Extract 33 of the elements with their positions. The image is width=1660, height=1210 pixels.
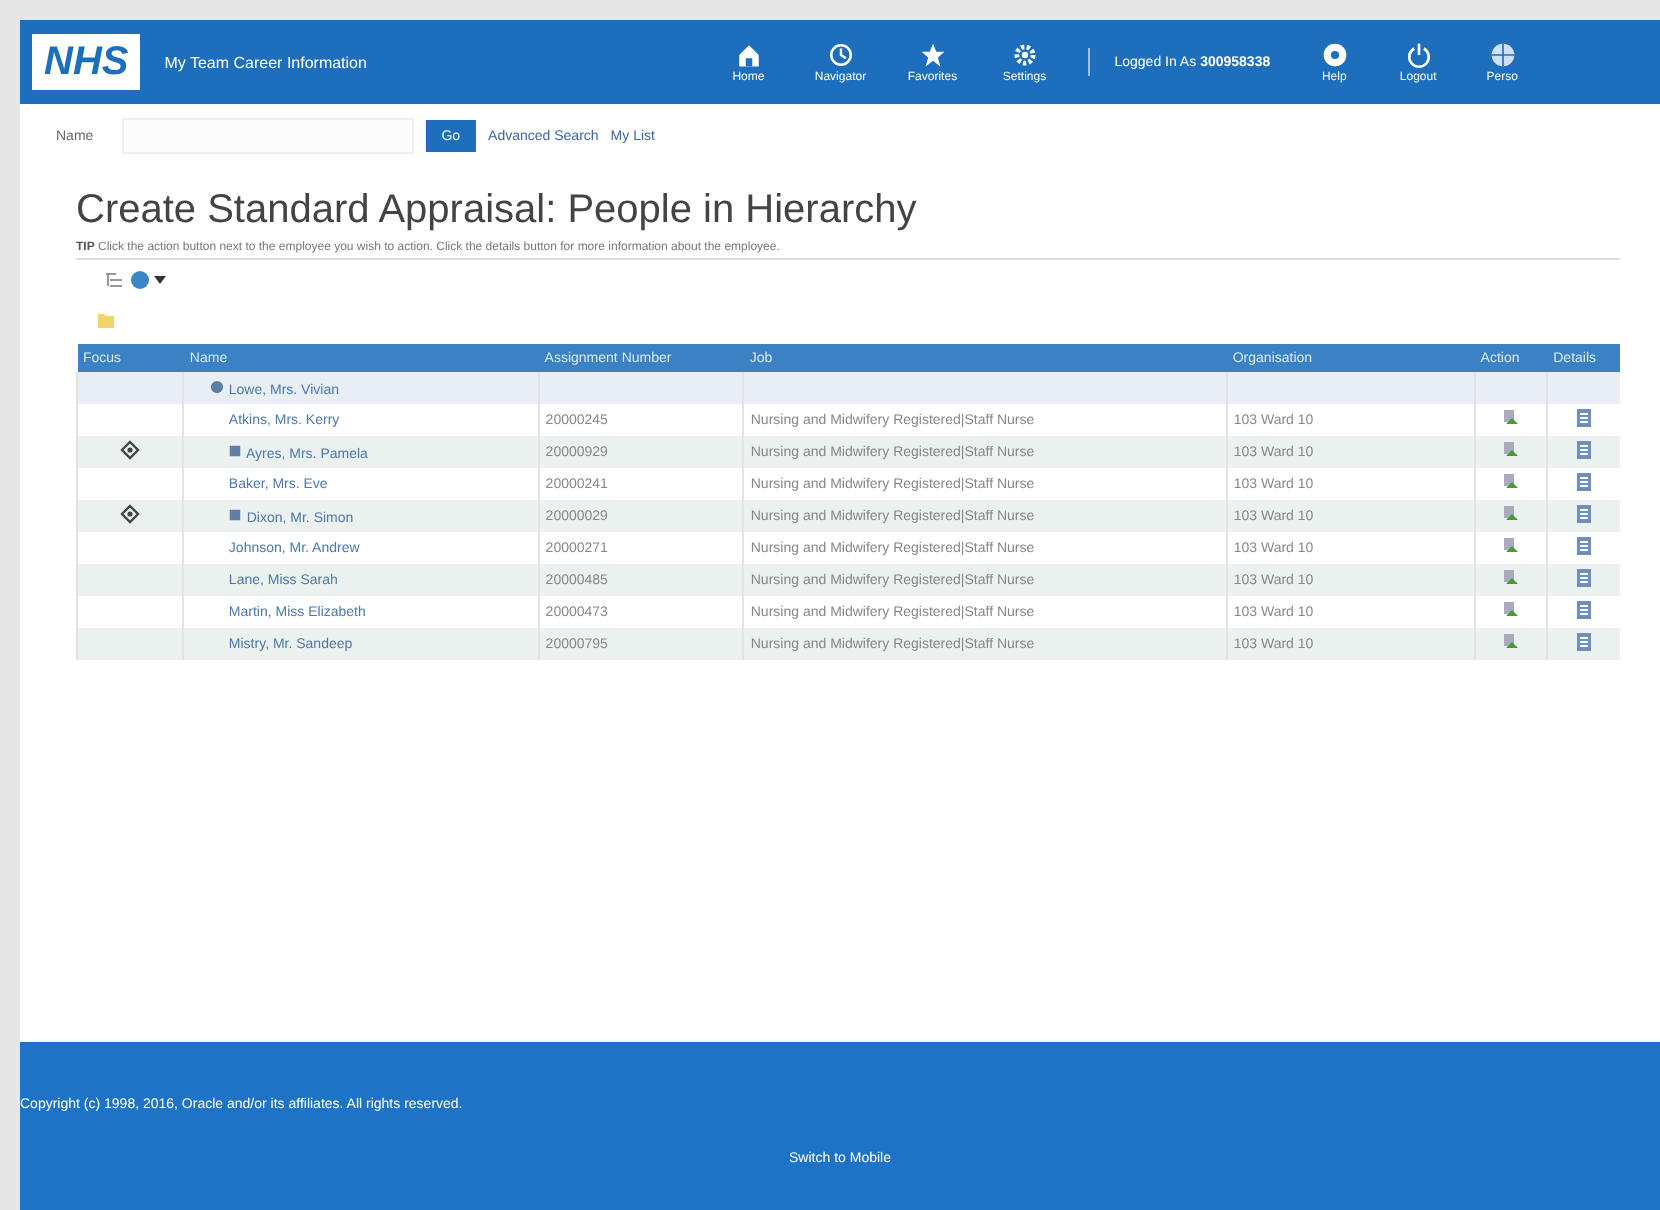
team-icon (228, 507, 243, 521)
action-icon[interactable] (1501, 472, 1520, 492)
action-icon[interactable] (1501, 440, 1520, 460)
view-menu-icon[interactable] (130, 270, 166, 290)
focus-icon[interactable] (120, 440, 141, 460)
action-icon[interactable] (1501, 632, 1520, 652)
action-icon[interactable] (1501, 600, 1520, 620)
page-title: Create Standard Appraisal: People in Hierarchy (76, 188, 919, 234)
action-icon[interactable] (1501, 536, 1520, 556)
document-icon[interactable] (1576, 504, 1593, 524)
document-icon[interactable] (1576, 632, 1593, 652)
action-icon[interactable] (1501, 408, 1520, 428)
document-icon[interactable] (1576, 568, 1593, 588)
star-icon (919, 41, 946, 67)
focus-icon[interactable] (120, 504, 141, 524)
clock-icon (827, 41, 854, 67)
hierarchy-icon[interactable] (104, 270, 124, 290)
help-icon (1321, 41, 1348, 67)
document-icon[interactable] (1576, 440, 1593, 460)
logo: NHS (32, 34, 141, 90)
app-title: My Team Career Information (164, 53, 369, 71)
action-icon[interactable] (1501, 568, 1520, 588)
document-icon[interactable] (1576, 408, 1593, 428)
globe-icon (1489, 41, 1516, 67)
document-icon[interactable] (1576, 600, 1593, 620)
settings-icon (1011, 41, 1038, 67)
power-icon (1405, 41, 1432, 67)
team-icon (228, 443, 243, 457)
document-icon[interactable] (1576, 472, 1593, 492)
person-icon (210, 379, 225, 393)
document-icon[interactable] (1576, 536, 1593, 556)
home-icon (735, 41, 762, 67)
action-icon[interactable] (1501, 504, 1520, 524)
